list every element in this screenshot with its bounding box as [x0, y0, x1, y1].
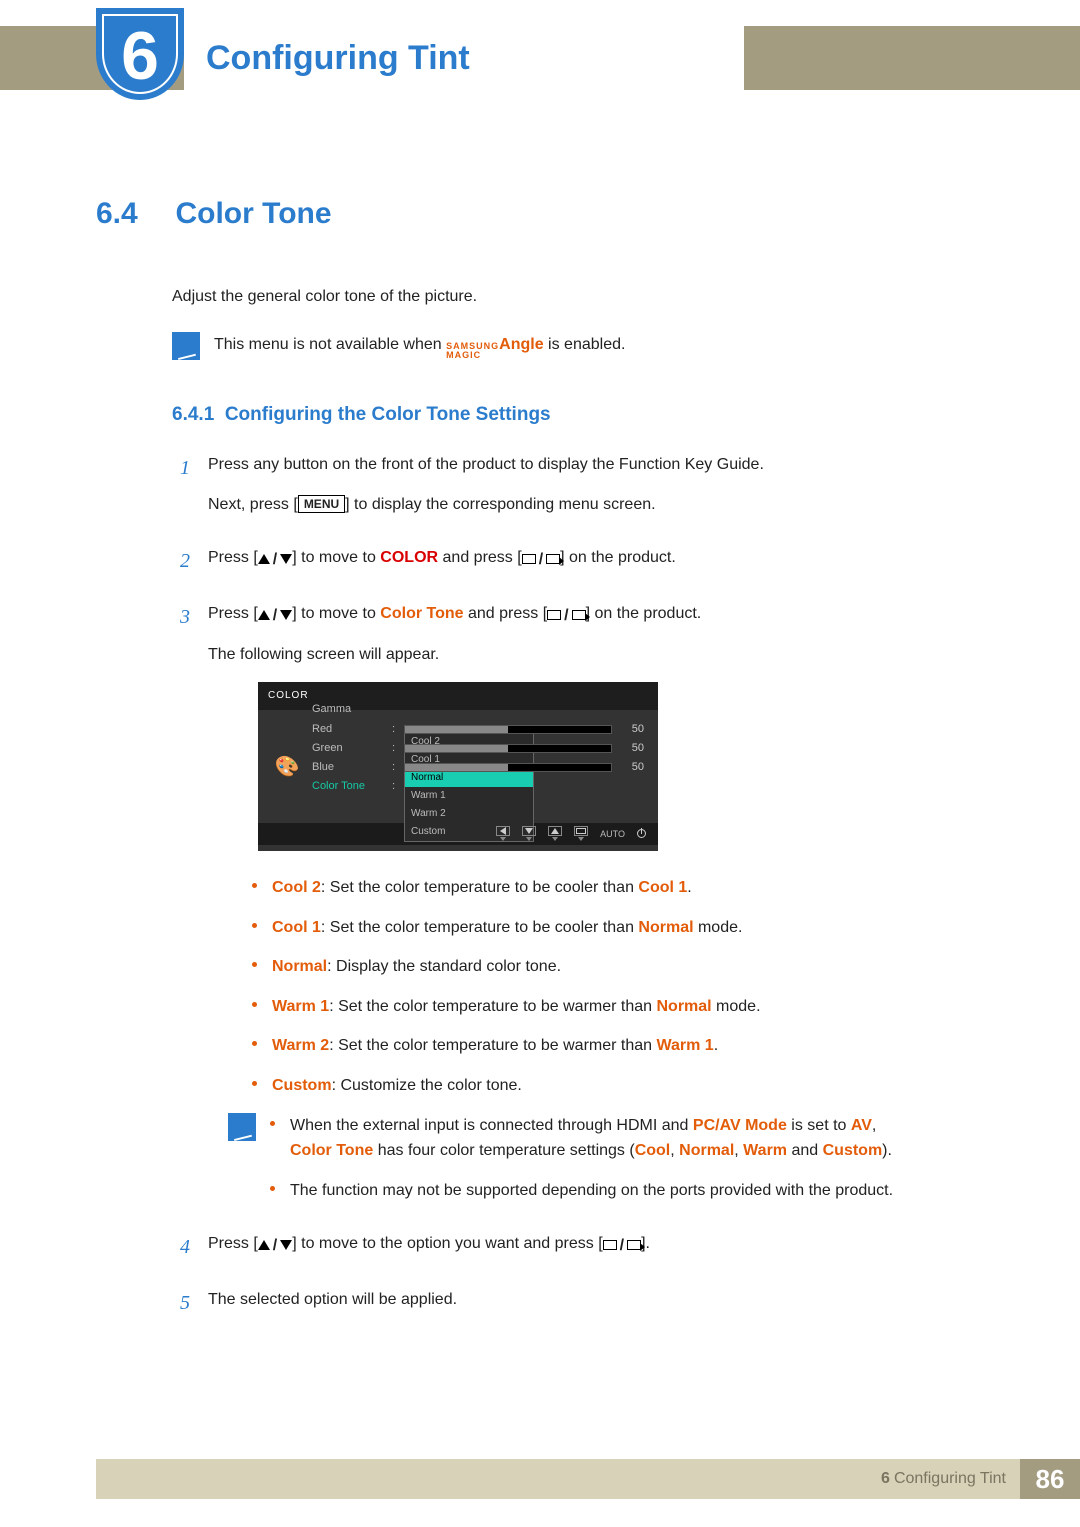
step-number: 1 — [172, 452, 190, 531]
chapter-title-box: Configuring Tint — [184, 26, 744, 90]
bullet-cool2: Cool 2: Set the color temperature to be … — [252, 875, 984, 901]
enter-icon: / — [547, 603, 585, 629]
note-icon — [172, 332, 200, 360]
osd-row-color-tone: Color Tone: Cool 2 Cool 1 Normal Warm 1 … — [312, 777, 644, 796]
footer: 6 Configuring Tint 86 — [96, 1459, 1080, 1499]
palette-icon: 🎨 — [275, 751, 300, 783]
magic-angle-label: Angle — [499, 332, 543, 358]
bullet-cool1: Cool 1: Set the color temperature to be … — [252, 915, 984, 941]
menu-button-icon: MENU — [298, 495, 345, 513]
note-row: This menu is not available when SAMSUNGM… — [172, 332, 984, 360]
footer-chapter-title: Configuring Tint — [894, 1470, 1006, 1488]
nav-left-icon — [500, 827, 506, 835]
up-down-icon: / — [258, 1233, 292, 1259]
note2-line2: The function may not be supported depend… — [270, 1178, 893, 1204]
samsung-magic-logo: SAMSUNGMAGIC — [446, 342, 499, 360]
footer-chapter-num: 6 — [881, 1470, 890, 1488]
up-down-icon: / — [258, 547, 292, 573]
osd-row-gamma: Gamma — [312, 700, 644, 719]
step3-after: The following screen will appear. — [208, 642, 984, 668]
page-content: 6.4 Color Tone Adjust the general color … — [96, 190, 984, 1340]
section-title: Color Tone — [175, 197, 331, 230]
up-down-icon: / — [258, 603, 292, 629]
color-keyword: COLOR — [380, 549, 438, 566]
nav-up-icon — [551, 828, 559, 834]
footer-page-number: 86 — [1020, 1459, 1080, 1499]
subsection-title: Configuring the Color Tone Settings — [225, 404, 551, 425]
step-2: 2 Press [/] to move to COLOR and press [… — [172, 545, 984, 587]
power-icon — [637, 829, 646, 838]
note-suffix: is enabled. — [544, 336, 626, 353]
steps-list: 1 Press any button on the front of the p… — [172, 452, 984, 1327]
step5-text: The selected option will be applied. — [208, 1287, 984, 1313]
step-3: 3 Press [/] to move to Color Tone and pr… — [172, 601, 984, 1218]
bullet-warm2: Warm 2: Set the color temperature to be … — [252, 1033, 984, 1059]
note-prefix: This menu is not available when — [214, 336, 446, 353]
chapter-badge: 6 — [96, 8, 184, 100]
osd-screenshot: COLOR 🎨 Red: 50 Green: 50 — [258, 682, 658, 851]
step1-line1: Press any button on the front of the pro… — [208, 452, 984, 478]
step-number: 3 — [172, 601, 190, 1218]
note-icon — [228, 1113, 256, 1141]
bullet-custom: Custom: Customize the color tone. — [252, 1073, 984, 1099]
step-number: 5 — [172, 1287, 190, 1327]
section-number: 6.4 — [96, 190, 171, 238]
enter-icon: / — [522, 547, 560, 573]
nav-down-icon — [525, 828, 533, 834]
bullet-normal: Normal: Display the standard color tone. — [252, 954, 984, 980]
step3-text: Press [/] to move to Color Tone and pres… — [208, 601, 984, 629]
nav-enter-icon — [576, 828, 586, 834]
step-5: 5 The selected option will be applied. — [172, 1287, 984, 1327]
step-number: 2 — [172, 545, 190, 587]
step-1: 1 Press any button on the front of the p… — [172, 452, 984, 531]
note2-row: When the external input is connected thr… — [228, 1113, 984, 1218]
option-bullets: Cool 2: Set the color temperature to be … — [252, 875, 984, 1099]
section-intro: Adjust the general color tone of the pic… — [172, 284, 984, 310]
step-number: 4 — [172, 1231, 190, 1273]
enter-icon: / — [603, 1233, 641, 1259]
subsection-number: 6.4.1 — [172, 404, 214, 425]
step-4: 4 Press [/] to move to the option you wa… — [172, 1231, 984, 1273]
bullet-warm1: Warm 1: Set the color temperature to be … — [252, 994, 984, 1020]
subsection-heading: 6.4.1 Configuring the Color Tone Setting… — [172, 400, 984, 430]
color-tone-keyword: Color Tone — [380, 605, 463, 622]
osd-auto-label: AUTO — [600, 827, 625, 841]
note-text: This menu is not available when SAMSUNGM… — [214, 332, 625, 360]
note2-line1: When the external input is connected thr… — [270, 1113, 893, 1164]
step4-text: Press [/] to move to the option you want… — [208, 1231, 984, 1259]
step2-text: Press [/] to move to COLOR and press [/]… — [208, 545, 984, 573]
chapter-title: Configuring Tint — [206, 39, 470, 78]
section-heading: 6.4 Color Tone — [96, 190, 984, 238]
step1-line2: Next, press [MENU] to display the corres… — [208, 492, 984, 518]
